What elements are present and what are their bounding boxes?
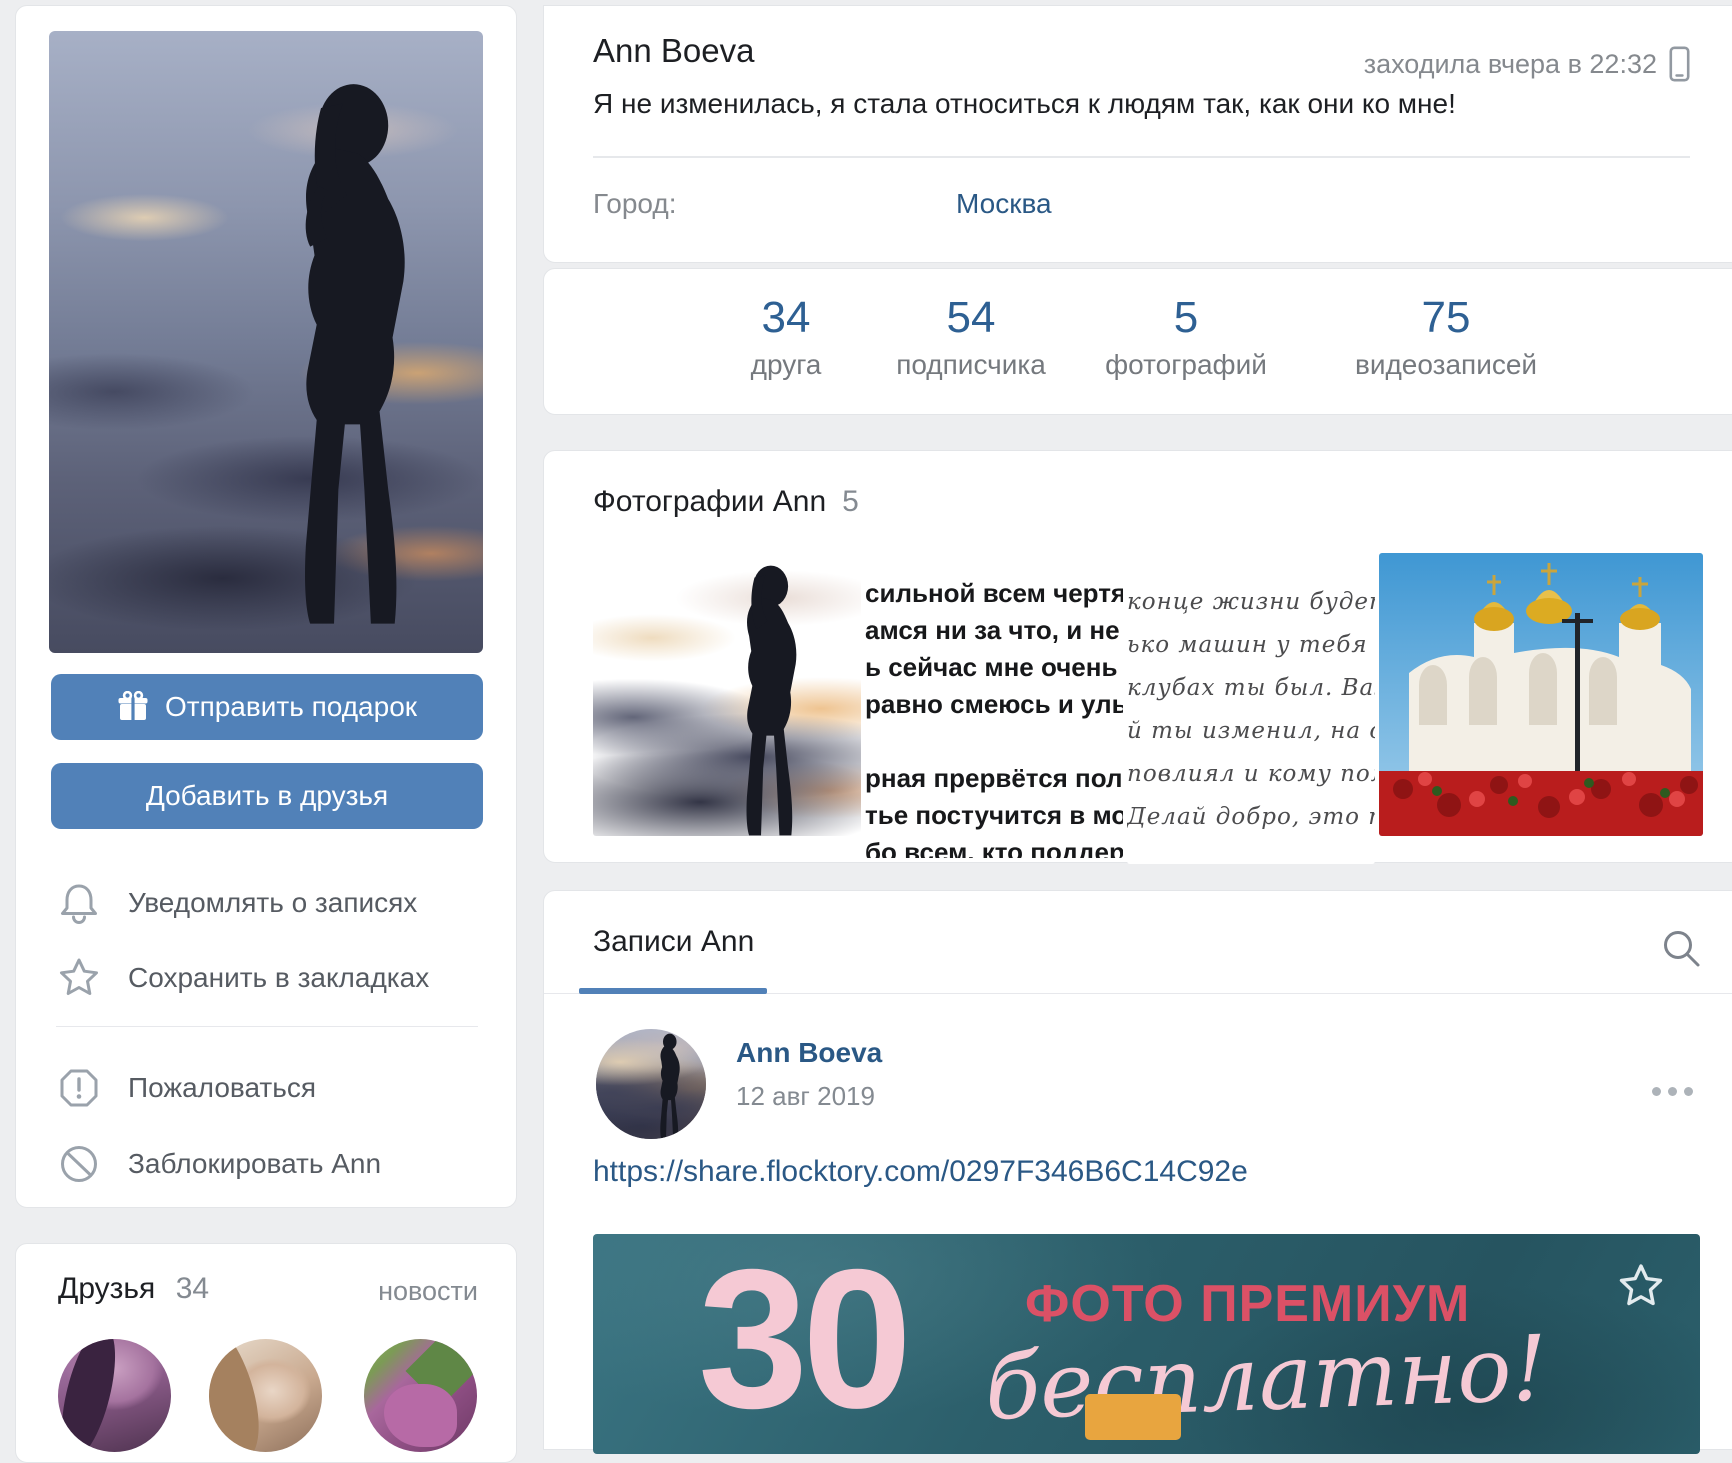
banner-star-icon xyxy=(1615,1260,1667,1312)
photo-row: сильной всем чертям наамся ни за что, и … xyxy=(593,553,1703,836)
photo-text-line: й ты изменил, на скольких xyxy=(1127,710,1375,753)
add-friend-button[interactable]: Добавить в друзья xyxy=(51,763,483,829)
post-author-avatar[interactable] xyxy=(596,1029,706,1139)
add-friend-label: Добавить в друзья xyxy=(146,780,388,812)
post-author-name[interactable]: Ann Boeva xyxy=(736,1037,882,1069)
photo-text-line: конце жизни будет не важ xyxy=(1127,581,1375,624)
block-user-item[interactable]: Заблокировать Ann xyxy=(16,1134,518,1194)
counter-followers-label: подписчика xyxy=(896,349,1046,381)
photo-text-line: Делай добро, это приятно xyxy=(1127,796,1375,839)
profile-sidebar-card: Отправить подарок Добавить в друзья Увед… xyxy=(15,5,517,1208)
star-icon xyxy=(56,955,102,1001)
city-label: Город: xyxy=(593,188,677,220)
photo-thumb-quote-text[interactable]: сильной всем чертям наамся ни за что, и … xyxy=(865,553,1123,858)
notify-posts-label: Уведомлять о записях xyxy=(128,887,417,919)
counter-followers[interactable]: 54 подписчика xyxy=(896,293,1046,381)
counter-photos-label: фотографий xyxy=(1105,349,1267,381)
photo-text-line: сильной всем чертям на xyxy=(865,575,1123,612)
posts-card: Записи Ann Ann Boeva 12 авг 2019 https:/… xyxy=(543,890,1732,1450)
report-item[interactable]: Пожаловаться xyxy=(16,1058,518,1118)
photo-thumb-handwriting[interactable]: конце жизни будет не важько машин у тебя… xyxy=(1127,553,1375,864)
profile-name: Ann Boeva xyxy=(593,32,754,70)
friend-avatar[interactable] xyxy=(58,1339,171,1452)
post-date[interactable]: 12 авг 2019 xyxy=(736,1081,875,1112)
post-banner-image[interactable]: 30 ФОТО ПРЕМИУМ бесплатно! xyxy=(593,1234,1700,1454)
bell-icon xyxy=(56,880,102,926)
friend-avatar[interactable] xyxy=(364,1339,477,1452)
friends-count: 34 xyxy=(176,1272,209,1305)
photo-text-line: ь сейчас мне очень тяжел xyxy=(865,649,1123,686)
friends-news-link[interactable]: новости xyxy=(378,1276,478,1307)
photos-section-title[interactable]: Фотографии Ann 5 xyxy=(593,485,859,519)
notify-posts-item[interactable]: Уведомлять о записях xyxy=(16,873,518,933)
photo-text-line: тье постучится в мои две xyxy=(865,797,1123,834)
photo-thumb-cathedral[interactable] xyxy=(1379,553,1703,836)
search-icon[interactable] xyxy=(1660,927,1704,971)
counter-friends[interactable]: 34 друга xyxy=(751,293,822,381)
photo-text-line: ько машин у тебя в гараже xyxy=(1127,624,1375,667)
photo-thumb-silhouette[interactable] xyxy=(593,553,861,836)
profile-photo[interactable] xyxy=(49,31,483,653)
posts-active-tab-indicator xyxy=(579,988,767,994)
woman-silhouette xyxy=(641,1029,697,1139)
profile-header-card: Ann Boeva заходила вчера в 22:32 Я не из… xyxy=(543,5,1732,263)
header-divider xyxy=(593,156,1690,158)
photos-title-text: Фотографии Ann xyxy=(593,485,826,518)
block-user-label: Заблокировать Ann xyxy=(128,1148,381,1180)
woman-silhouette xyxy=(219,31,479,653)
photos-card: Фотографии Ann 5 сильной всем чертям наам… xyxy=(543,450,1732,863)
cathedral-art xyxy=(1379,553,1703,836)
counter-photos-value: 5 xyxy=(1105,293,1267,343)
friends-title-row: Друзья 34 новости xyxy=(58,1272,478,1312)
profile-status[interactable]: Я не изменилась, я стала относиться к лю… xyxy=(593,88,1456,120)
report-icon xyxy=(56,1065,102,1111)
counter-friends-value: 34 xyxy=(751,293,822,343)
counters-card: 34 друга 54 подписчика 5 фотографий 75 в… xyxy=(543,268,1732,415)
report-label: Пожаловаться xyxy=(128,1072,316,1104)
post-link[interactable]: https://share.flocktory.com/0297F346B6C1… xyxy=(593,1155,1248,1189)
sidebar-divider xyxy=(56,1026,478,1027)
posts-section-title[interactable]: Записи Ann xyxy=(593,925,754,959)
send-gift-label: Отправить подарок xyxy=(165,691,417,723)
banner-big-number: 30 xyxy=(698,1240,906,1438)
counter-photos[interactable]: 5 фотографий xyxy=(1105,293,1267,381)
photo-text-line: амся ни за что, и не слома xyxy=(865,612,1123,649)
banner-gift-box xyxy=(1085,1394,1181,1440)
friends-card: Друзья 34 новости xyxy=(15,1243,517,1463)
mobile-phone-icon xyxy=(1669,46,1690,82)
save-bookmarks-item[interactable]: Сохранить в закладках xyxy=(16,948,518,1008)
save-bookmarks-label: Сохранить в закладках xyxy=(128,962,429,994)
vk-profile-page: { "profile": { "name": "Ann Boeva", "las… xyxy=(0,0,1732,1406)
friends-title[interactable]: Друзья xyxy=(58,1272,155,1305)
photo-text-line: клубах ты был. Важно, ск xyxy=(1127,667,1375,710)
woman-silhouette xyxy=(704,553,834,836)
photo-text-line: бо всем, кто поддержал м xyxy=(865,834,1123,858)
friend-avatar[interactable] xyxy=(209,1339,322,1452)
send-gift-button[interactable]: Отправить подарок xyxy=(51,674,483,740)
photo-text-line xyxy=(865,723,1123,760)
photo-text-line: равно смеюсь и улыбаюсь xyxy=(865,686,1123,723)
photo-text-line: рная прервётся полоса, xyxy=(865,760,1123,797)
photo-text-line: повлиял и кому помог... xyxy=(1127,753,1375,796)
banner-subheadline: бесплатно! xyxy=(983,1316,1549,1441)
city-value-link[interactable]: Москва xyxy=(956,188,1052,220)
counter-followers-value: 54 xyxy=(896,293,1046,343)
block-icon xyxy=(56,1141,102,1187)
photos-count: 5 xyxy=(842,485,859,518)
counter-videos[interactable]: 75 видеозаписей xyxy=(1355,293,1537,381)
post-actions-menu-icon[interactable] xyxy=(1652,1087,1693,1096)
counter-friends-label: друга xyxy=(751,349,822,381)
last-seen-text: заходила вчера в 22:32 xyxy=(1364,49,1657,80)
gift-icon xyxy=(117,691,149,723)
last-seen: заходила вчера в 22:32 xyxy=(1364,46,1690,82)
counter-videos-value: 75 xyxy=(1355,293,1537,343)
counter-videos-label: видеозаписей xyxy=(1355,349,1537,381)
